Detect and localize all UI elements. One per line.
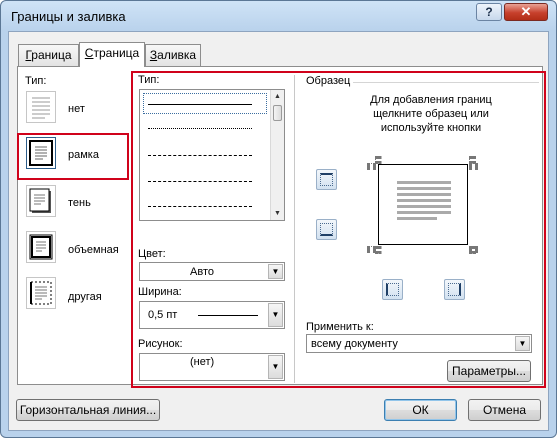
width-dropdown[interactable]: 0,5 пт ▼: [139, 301, 285, 329]
width-label: Ширина:: [138, 286, 182, 298]
none-border-icon[interactable]: [26, 91, 56, 123]
preview-heading-rule: [353, 82, 539, 83]
preview-text-line: [397, 211, 451, 214]
color-dropdown[interactable]: Авто ▼: [139, 262, 285, 281]
scroll-down-icon[interactable]: ▼: [271, 207, 284, 220]
corner-mark: [469, 163, 478, 167]
apply-to-label: Применить к:: [306, 321, 374, 333]
cancel-button[interactable]: Отмена: [468, 399, 541, 421]
scroll-thumb[interactable]: [273, 105, 282, 121]
chevron-down-icon[interactable]: ▼: [515, 336, 530, 351]
custom-border-icon[interactable]: [26, 277, 56, 309]
none-border-glyph: [32, 97, 50, 119]
shadow-border-glyph: [29, 188, 51, 213]
setting-heading: Тип:: [25, 75, 47, 87]
preview-text-line: [397, 217, 437, 220]
preview-text-line: [397, 205, 451, 208]
preview-text-line: [397, 181, 451, 184]
preview-text-line: [397, 199, 451, 202]
scroll-up-icon[interactable]: ▲: [271, 90, 284, 103]
selected-setting-highlight: [17, 133, 129, 180]
setting-none-label[interactable]: нет: [68, 103, 85, 115]
apply-to-value: всему документу: [311, 338, 398, 350]
chevron-down-icon[interactable]: ▼: [268, 355, 283, 379]
setting-custom-label[interactable]: другая: [68, 291, 102, 303]
bottom-border-button[interactable]: [316, 219, 337, 240]
tab-shading[interactable]: Заливка: [145, 44, 201, 66]
corner-mark: [469, 246, 478, 250]
bottom-border-icon: [320, 223, 333, 236]
line-style-dashed[interactable]: [148, 181, 252, 182]
setting-shadow-label[interactable]: тень: [68, 197, 91, 209]
line-style-scrollbar[interactable]: ▲ ▼: [270, 90, 284, 220]
width-line-sample: [198, 315, 258, 316]
top-border-icon: [320, 173, 333, 186]
chevron-down-icon[interactable]: ▼: [268, 303, 283, 327]
dialog-window: Границы и заливка ? ✕ Граница Страница З…: [0, 0, 557, 438]
options-button[interactable]: Параметры...: [447, 360, 531, 382]
preview-hint: Для добавления границ щелкните образец и…: [370, 94, 492, 134]
border-preview-page[interactable]: [378, 164, 468, 245]
style-heading: Тип:: [138, 74, 160, 86]
line-style-dashed-fine[interactable]: [148, 155, 252, 156]
chevron-down-icon[interactable]: ▼: [268, 264, 283, 279]
section-divider: [294, 75, 295, 383]
title-bar[interactable]: Границы и заливка ? ✕: [1, 1, 556, 31]
preview-text-line: [397, 187, 451, 190]
art-value: (нет): [190, 356, 215, 368]
line-style-list[interactable]: ▲ ▼: [139, 89, 285, 221]
corner-mark: [367, 163, 376, 167]
preview-heading: Образец: [306, 75, 351, 87]
right-border-icon: [448, 283, 461, 296]
left-border-icon: [386, 283, 399, 296]
line-style-solid[interactable]: [148, 104, 252, 105]
right-border-button[interactable]: [444, 279, 465, 300]
ok-button[interactable]: ОК: [384, 399, 457, 421]
art-dropdown[interactable]: (нет) ▼: [139, 353, 285, 381]
custom-border-glyph: [30, 281, 52, 305]
3d-border-icon[interactable]: [26, 231, 56, 263]
tab-page-border[interactable]: Страница: [79, 42, 145, 67]
line-style-dash-dot[interactable]: [148, 206, 252, 207]
color-label: Цвет:: [138, 248, 166, 260]
top-border-button[interactable]: [316, 169, 337, 190]
color-value: Авто: [190, 266, 214, 278]
line-style-dotted[interactable]: [148, 128, 252, 129]
preview-text-line: [397, 193, 451, 196]
setting-3d-label[interactable]: объемная: [68, 244, 119, 256]
left-border-button[interactable]: [382, 279, 403, 300]
art-label: Рисунок:: [138, 338, 183, 350]
width-value: 0,5 пт: [148, 309, 178, 321]
help-button[interactable]: ?: [476, 3, 502, 21]
close-button[interactable]: ✕: [504, 3, 548, 21]
dialog-title: Границы и заливка: [11, 9, 126, 24]
horizontal-line-button[interactable]: Горизонтальная линия...: [16, 399, 160, 421]
3d-border-glyph: [29, 234, 53, 260]
corner-mark: [367, 246, 376, 250]
apply-to-dropdown[interactable]: всему документу ▼: [306, 334, 532, 353]
tab-borders[interactable]: Граница: [18, 44, 79, 66]
shadow-border-icon[interactable]: [26, 185, 56, 217]
